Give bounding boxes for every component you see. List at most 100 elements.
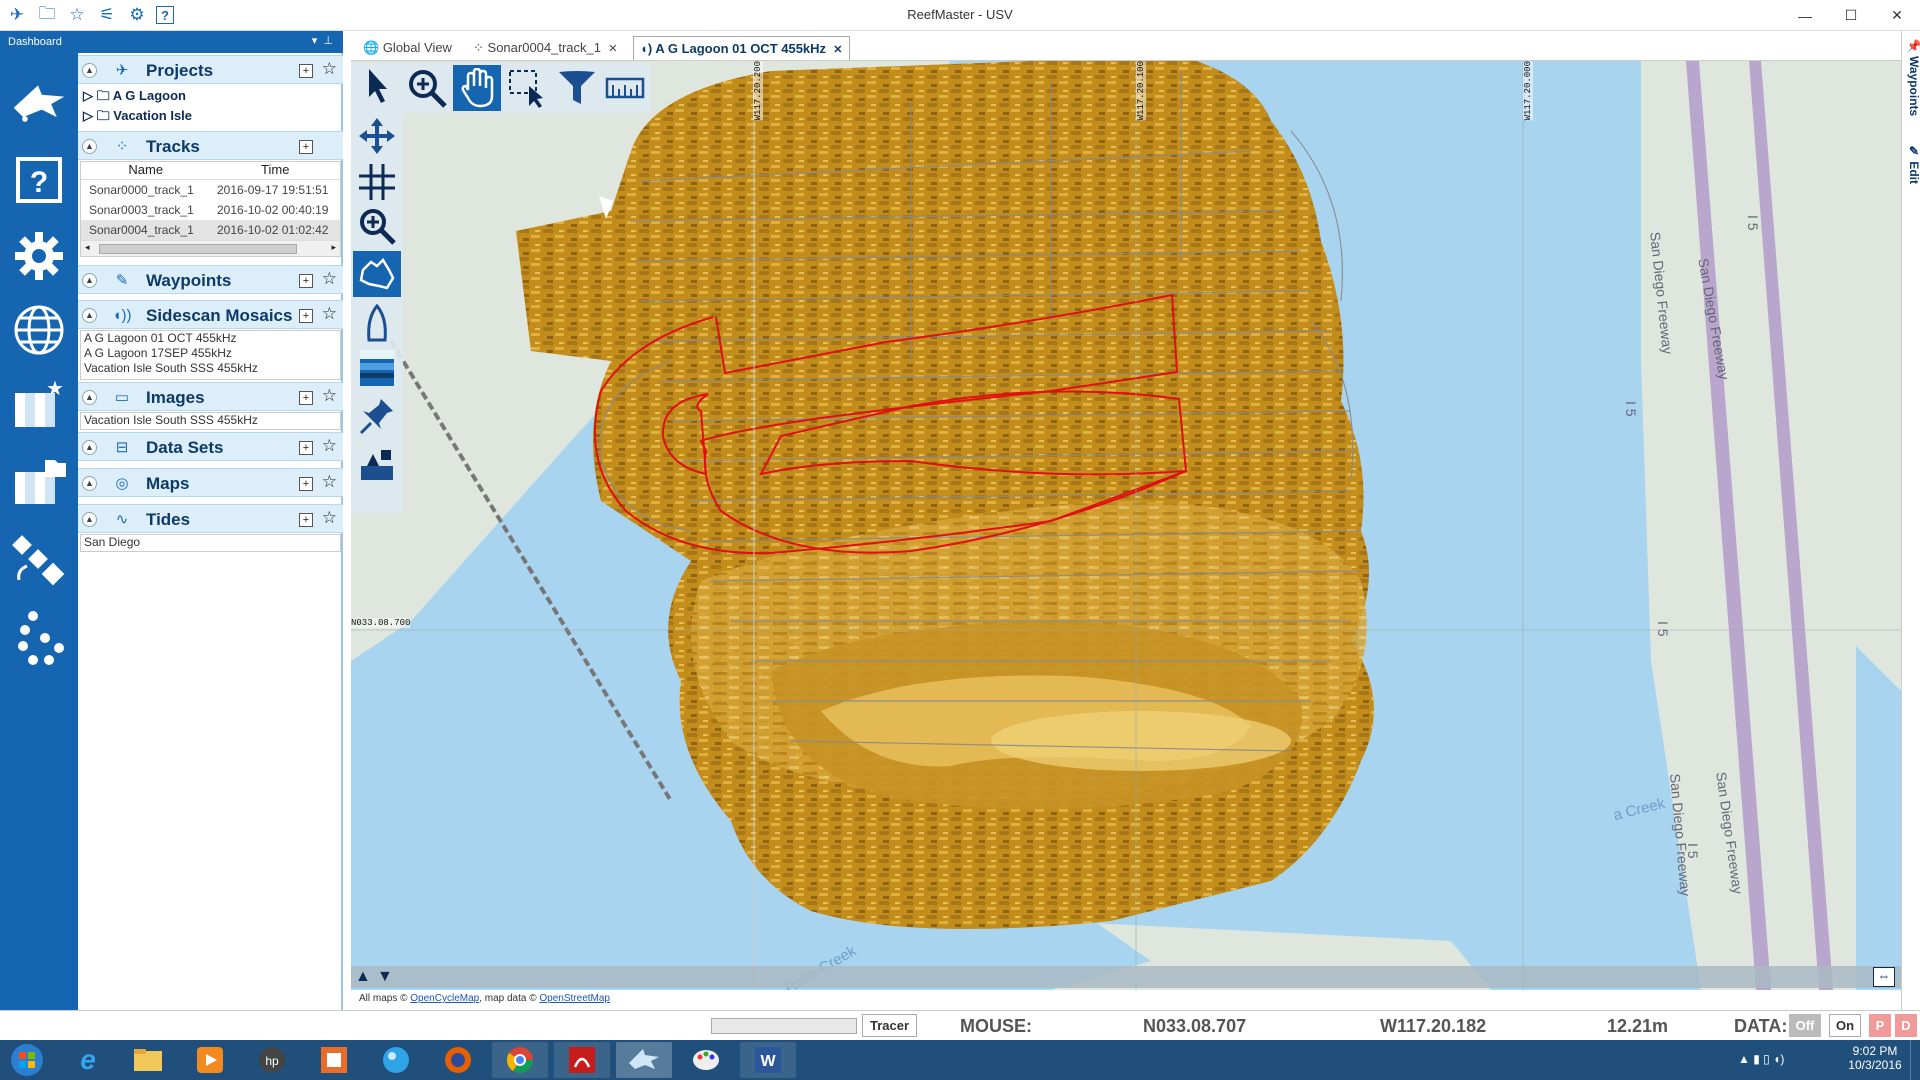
add-icon[interactable]: + <box>299 274 313 288</box>
expand-icon[interactable]: ▲ <box>82 273 97 288</box>
table-row[interactable]: Sonar0003_track_1 2016-10-02 00:40:19 <box>81 200 340 220</box>
system-clock[interactable]: 9:02 PM 10/3/2016 <box>1845 1044 1905 1072</box>
collapse-icon[interactable]: ▲ <box>82 512 97 527</box>
favorite-star-icon[interactable]: ☆ <box>322 269 337 289</box>
favorite-star-icon[interactable]: ☆ <box>322 59 337 79</box>
firefox-icon[interactable] <box>430 1042 486 1078</box>
add-icon[interactable]: + <box>299 441 313 455</box>
add-icon[interactable]: + <box>299 309 313 323</box>
add-map-icon[interactable]: ★ <box>10 376 68 434</box>
start-button-icon[interactable] <box>2 1042 52 1078</box>
minimize-button[interactable]: — <box>1782 0 1828 31</box>
waypoints-side-tab[interactable]: 📌 Waypoints <box>1902 35 1920 116</box>
tracks-section-header[interactable]: ▲ ⁘ Tracks + <box>78 131 343 160</box>
expand-triangle-icon[interactable]: ▷ <box>83 108 93 123</box>
expand-icon[interactable]: ▲ <box>82 440 97 455</box>
media-player-icon[interactable] <box>182 1042 238 1078</box>
project-item[interactable]: ▷ 🗀 Vacation Isle <box>80 106 341 126</box>
pan-hand-icon[interactable] <box>453 65 501 111</box>
list-item[interactable]: Vacation Isle South SSS 455kHz <box>81 361 340 376</box>
maximize-button[interactable]: ☐ <box>1828 0 1874 31</box>
settings-gear-icon[interactable] <box>10 227 68 285</box>
data-on-toggle[interactable]: On <box>1829 1014 1861 1037</box>
collapse-icon[interactable]: ▲ <box>82 139 97 154</box>
add-icon[interactable]: + <box>299 391 313 405</box>
acrobat-icon[interactable] <box>554 1042 610 1078</box>
list-item[interactable]: Vacation Isle South SSS 455kHz <box>81 413 340 428</box>
zoom-extent-icon[interactable] <box>353 203 401 249</box>
tray-icons[interactable]: ▲ ▮ ▯ ◖) <box>1738 1052 1784 1066</box>
boat-icon[interactable] <box>353 301 401 347</box>
column-header-time[interactable]: Time <box>211 162 341 179</box>
favorite-star-icon[interactable]: ☆ <box>322 304 337 324</box>
project-item[interactable]: ▷ 🗀 A G Lagoon <box>80 86 341 106</box>
expand-triangle-icon[interactable]: ▷ <box>83 88 93 103</box>
data-off-toggle[interactable]: Off <box>1789 1014 1821 1037</box>
chrome-icon[interactable] <box>492 1042 548 1078</box>
expand-icon[interactable]: ▲ <box>82 476 97 491</box>
table-row[interactable]: Sonar0004_track_1 2016-10-02 01:02:42 <box>81 220 340 240</box>
favorite-star-icon[interactable]: ☆ <box>322 472 337 492</box>
add-icon[interactable]: + <box>299 513 313 527</box>
collapse-icon[interactable]: ▲ <box>82 390 97 405</box>
add-icon[interactable]: + <box>299 477 313 491</box>
waypoint-pin-icon[interactable] <box>353 393 401 439</box>
tracks-dots-icon[interactable] <box>10 609 68 667</box>
select-pointer-icon[interactable] <box>353 63 401 109</box>
dropdown-arrow-icon[interactable]: ▾ <box>312 35 318 47</box>
map-canvas[interactable]: W117.20.200 W117.20.100 W117.20.000 N033… <box>351 61 1901 990</box>
tab-sonar0004-track[interactable]: ⁘ Sonar0004_track_1 ✕ <box>467 36 623 60</box>
datasets-section-header[interactable]: ▲ ⊟ Data Sets + ☆ <box>78 432 343 461</box>
favorite-star-icon[interactable]: ☆ <box>322 386 337 406</box>
collapse-icon[interactable]: ▲ <box>82 308 97 323</box>
list-item[interactable]: San Diego <box>81 535 340 550</box>
opencyclemap-link[interactable]: OpenCycleMap <box>410 993 479 1004</box>
scroll-left-icon[interactable]: ◂ <box>85 242 90 253</box>
satellite-icon[interactable] <box>10 531 68 589</box>
hp-icon[interactable]: hp <box>244 1042 300 1078</box>
scroll-thumb[interactable] <box>99 244 297 254</box>
help-icon[interactable]: ? <box>10 151 68 209</box>
maps-section-header[interactable]: ▲ ◎ Maps + ☆ <box>78 468 343 497</box>
sidescan-section-header[interactable]: ▲ ◖)) Sidescan Mosaics + ☆ <box>78 300 343 329</box>
close-button[interactable]: ✕ <box>1874 0 1920 31</box>
select-region-icon[interactable] <box>503 65 551 111</box>
close-tab-icon[interactable]: ✕ <box>833 44 842 56</box>
filter-funnel-icon[interactable] <box>553 65 601 111</box>
paint-icon[interactable] <box>678 1042 734 1078</box>
scroll-right-icon[interactable]: ▸ <box>331 242 336 253</box>
tab-ag-lagoon[interactable]: ◖) A G Lagoon 01 OCT 455kHz ✕ <box>633 36 850 60</box>
zoom-in-icon[interactable] <box>403 65 451 111</box>
openstreetmap-link[interactable]: OpenStreetMap <box>539 993 610 1004</box>
australia-map-icon[interactable] <box>353 251 401 297</box>
edit-side-tab[interactable]: ✎ Edit <box>1902 141 1920 184</box>
grid-icon[interactable] <box>353 159 401 205</box>
boat-launch-icon[interactable] <box>353 441 401 487</box>
favorite-star-icon[interactable]: ☆ <box>322 436 337 456</box>
globe-icon[interactable] <box>10 301 68 359</box>
images-section-header[interactable]: ▲ ▭ Images + ☆ <box>78 382 343 411</box>
column-header-name[interactable]: Name <box>81 162 211 179</box>
office-app-icon[interactable] <box>306 1042 362 1078</box>
depth-layers-icon[interactable] <box>353 345 401 391</box>
shark-logo-icon[interactable] <box>10 69 68 141</box>
tab-global-view[interactable]: 🌐 Global View <box>357 36 458 60</box>
scroll-down-icon[interactable]: ▼ <box>377 968 393 986</box>
pin-icon[interactable]: ⊥ <box>323 35 333 47</box>
open-map-folder-icon[interactable] <box>10 453 68 511</box>
waypoints-section-header[interactable]: ▲ ✎ Waypoints + ☆ <box>78 265 343 294</box>
globe-app-icon[interactable] <box>368 1042 424 1078</box>
list-item[interactable]: A G Lagoon 01 OCT 455kHz <box>81 331 340 346</box>
measure-ruler-icon[interactable] <box>601 65 649 111</box>
collapse-icon[interactable]: ▲ <box>82 63 97 78</box>
word-icon[interactable]: W <box>740 1042 796 1078</box>
show-desktop-button[interactable] <box>1910 1040 1920 1080</box>
add-icon[interactable]: + <box>299 140 313 154</box>
p-toggle[interactable]: P <box>1869 1014 1891 1037</box>
pan-arrows-icon[interactable] <box>353 113 401 159</box>
close-tab-icon[interactable]: ✕ <box>608 43 617 55</box>
favorite-star-icon[interactable]: ☆ <box>322 508 337 528</box>
tides-section-header[interactable]: ▲ ∿ Tides + ☆ <box>78 504 343 533</box>
projects-section-header[interactable]: ▲ ✈ Projects + ☆ <box>78 55 343 84</box>
scroll-up-icon[interactable]: ▲ <box>355 968 371 986</box>
